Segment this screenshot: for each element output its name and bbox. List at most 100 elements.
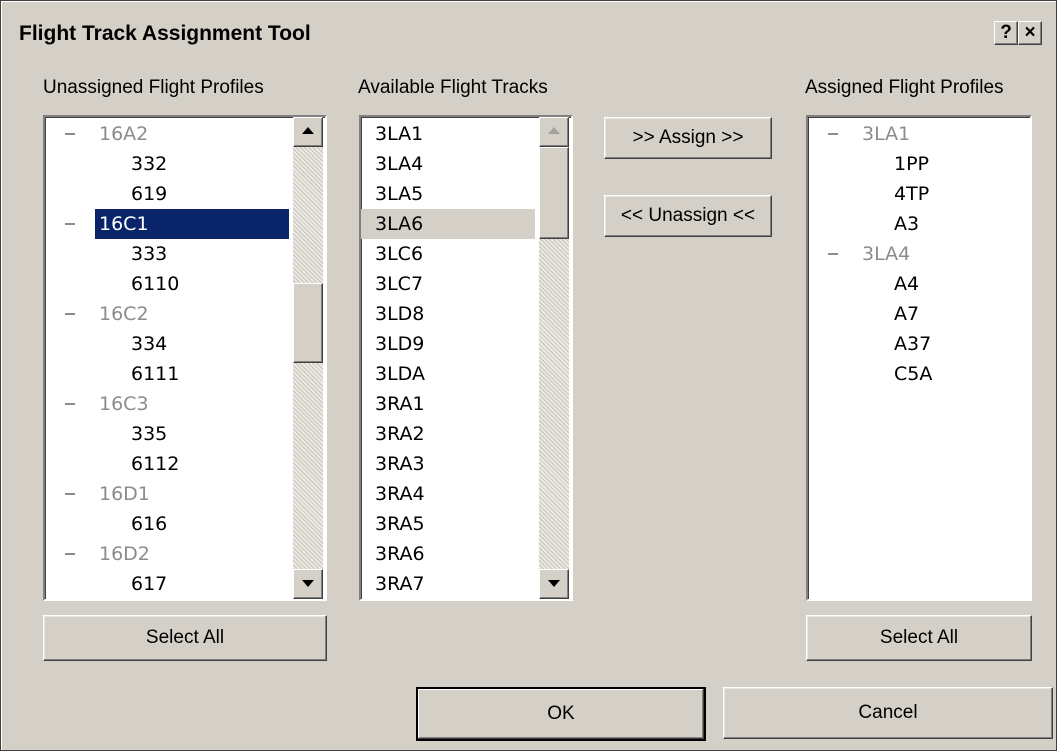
track-list-item[interactable]: 3RA6 [361, 539, 535, 569]
track-label: 3RA2 [375, 423, 425, 445]
tree-item-label: 619 [131, 183, 168, 205]
tree-item-row[interactable]: 6110 [45, 269, 291, 299]
track-label: 3LC7 [375, 273, 424, 295]
track-list-item[interactable]: 3LD8 [361, 299, 535, 329]
track-label: 3LA6 [375, 213, 424, 235]
tree-item-row[interactable]: 616 [45, 509, 291, 539]
track-list-item[interactable]: 3RA1 [361, 389, 535, 419]
tree-group-row[interactable]: 16C1 [45, 209, 291, 239]
tree-item-row[interactable]: C5A [808, 359, 1028, 389]
tree-item-row[interactable]: 333 [45, 239, 291, 269]
collapse-icon[interactable] [65, 553, 75, 555]
unassigned-tree[interactable]: 16A2 332 619 16C1 333 6110 16C2 334 6111 16C3 335 6… [43, 115, 327, 601]
tree-item-label: 4TP [894, 183, 930, 205]
track-label: 3LDA [375, 363, 425, 385]
window-title: Flight Track Assignment Tool [19, 22, 311, 45]
assign-button[interactable]: >> Assign >> [604, 117, 772, 159]
tree-item-row[interactable]: 334 [45, 329, 291, 359]
tree-item-row[interactable]: A3 [808, 209, 1028, 239]
tree-item-row[interactable]: 4TP [808, 179, 1028, 209]
tree-item-row[interactable]: A7 [808, 299, 1028, 329]
tree-group-row[interactable]: 16A2 [45, 119, 291, 149]
tree-group-row[interactable]: 16D2 [45, 539, 291, 569]
tree-item-label: 16C2 [99, 303, 149, 325]
track-label: 3RA1 [375, 393, 425, 415]
scroll-thumb[interactable] [293, 283, 323, 363]
scroll-up-button[interactable] [293, 117, 323, 147]
tree-item-row[interactable]: 335 [45, 419, 291, 449]
assigned-select-all-button[interactable]: Select All [806, 615, 1032, 661]
tree-item-label: 332 [131, 153, 168, 175]
tree-group-row[interactable]: 16D1 [45, 479, 291, 509]
track-list-item[interactable]: 3RA7 [361, 569, 535, 599]
track-list-item[interactable]: 3RA2 [361, 419, 535, 449]
collapse-icon[interactable] [828, 133, 838, 135]
tree-item-label: A3 [894, 213, 920, 235]
tree-item-label: A37 [894, 333, 932, 355]
scroll-down-button[interactable] [539, 569, 569, 599]
track-list-item[interactable]: 3LC6 [361, 239, 535, 269]
track-list-item[interactable]: 3LA6 [361, 209, 535, 239]
collapse-icon[interactable] [65, 223, 75, 225]
tree-item-label: 16D2 [99, 543, 150, 565]
track-label: 3LA1 [375, 123, 424, 145]
tree-group-row[interactable]: 16C2 [45, 299, 291, 329]
dialog-window: Flight Track Assignment Tool ? × Unassig… [0, 0, 1057, 751]
tree-group-row[interactable]: 16C3 [45, 389, 291, 419]
tree-item-row[interactable]: 619 [45, 179, 291, 209]
tree-item-row[interactable]: A37 [808, 329, 1028, 359]
tree-item-label: 1PP [894, 153, 930, 175]
available-tracks-list[interactable]: 3LA1 3LA4 3LA5 3LA6 3LC6 3LC7 3LD8 3LD9 3LDA 3RA1… [359, 115, 573, 601]
track-list-item[interactable]: 3LA4 [361, 149, 535, 179]
assigned-tree[interactable]: 3LA1 1PP 4TP A3 3LA4 A4 A7 A37 C5A [806, 115, 1032, 601]
track-list-item[interactable]: 3LC7 [361, 269, 535, 299]
tree-item-label: 6111 [131, 363, 180, 385]
cancel-button[interactable]: Cancel [723, 687, 1053, 739]
tree-group-row[interactable]: 3LA4 [808, 239, 1028, 269]
available-label: Available Flight Tracks [358, 77, 548, 98]
track-list-item[interactable]: 3LD9 [361, 329, 535, 359]
tree-item-row[interactable]: 6112 [45, 449, 291, 479]
tree-item-label: C5A [894, 363, 933, 385]
scroll-down-button[interactable] [293, 569, 323, 599]
tree-item-row[interactable]: A4 [808, 269, 1028, 299]
collapse-icon[interactable] [65, 313, 75, 315]
assigned-label: Assigned Flight Profiles [805, 77, 1004, 98]
close-button[interactable]: × [1018, 21, 1042, 45]
unassigned-scrollbar[interactable] [293, 117, 323, 599]
track-label: 3RA7 [375, 573, 425, 595]
track-label: 3RA6 [375, 543, 425, 565]
help-button[interactable]: ? [994, 21, 1018, 45]
collapse-icon[interactable] [65, 403, 75, 405]
track-label: 3RA3 [375, 453, 425, 475]
tree-item-row[interactable]: 332 [45, 149, 291, 179]
track-list-item[interactable]: 3LA1 [361, 119, 535, 149]
tree-item-row[interactable]: 1PP [808, 149, 1028, 179]
tree-item-label: A4 [894, 273, 920, 295]
scroll-up-button[interactable] [539, 117, 569, 147]
track-label: 3LD9 [375, 333, 425, 355]
tree-item-row[interactable]: 6111 [45, 359, 291, 389]
title-bar: Flight Track Assignment Tool ? × [3, 3, 1054, 59]
unassign-button[interactable]: << Unassign << [604, 195, 772, 237]
track-list-item[interactable]: 3RA3 [361, 449, 535, 479]
tree-item-row[interactable]: 617 [45, 569, 291, 599]
track-label: 3RA4 [375, 483, 425, 505]
collapse-icon[interactable] [65, 493, 75, 495]
collapse-icon[interactable] [828, 253, 838, 255]
track-list-item[interactable]: 3RA4 [361, 479, 535, 509]
ok-button[interactable]: OK [416, 687, 706, 741]
available-scrollbar[interactable] [539, 117, 569, 599]
tree-item-label: 3LA4 [862, 243, 911, 265]
unassigned-select-all-button[interactable]: Select All [43, 615, 327, 661]
track-list-item[interactable]: 3RA5 [361, 509, 535, 539]
track-list-item[interactable]: 3LDA [361, 359, 535, 389]
tree-item-label: 16A2 [99, 123, 149, 145]
chevron-up-icon [548, 127, 560, 134]
tree-group-row[interactable]: 3LA1 [808, 119, 1028, 149]
collapse-icon[interactable] [65, 133, 75, 135]
chevron-down-icon [548, 580, 560, 587]
track-list-item[interactable]: 3LA5 [361, 179, 535, 209]
tree-item-label: 6110 [131, 273, 180, 295]
scroll-thumb[interactable] [539, 147, 569, 239]
